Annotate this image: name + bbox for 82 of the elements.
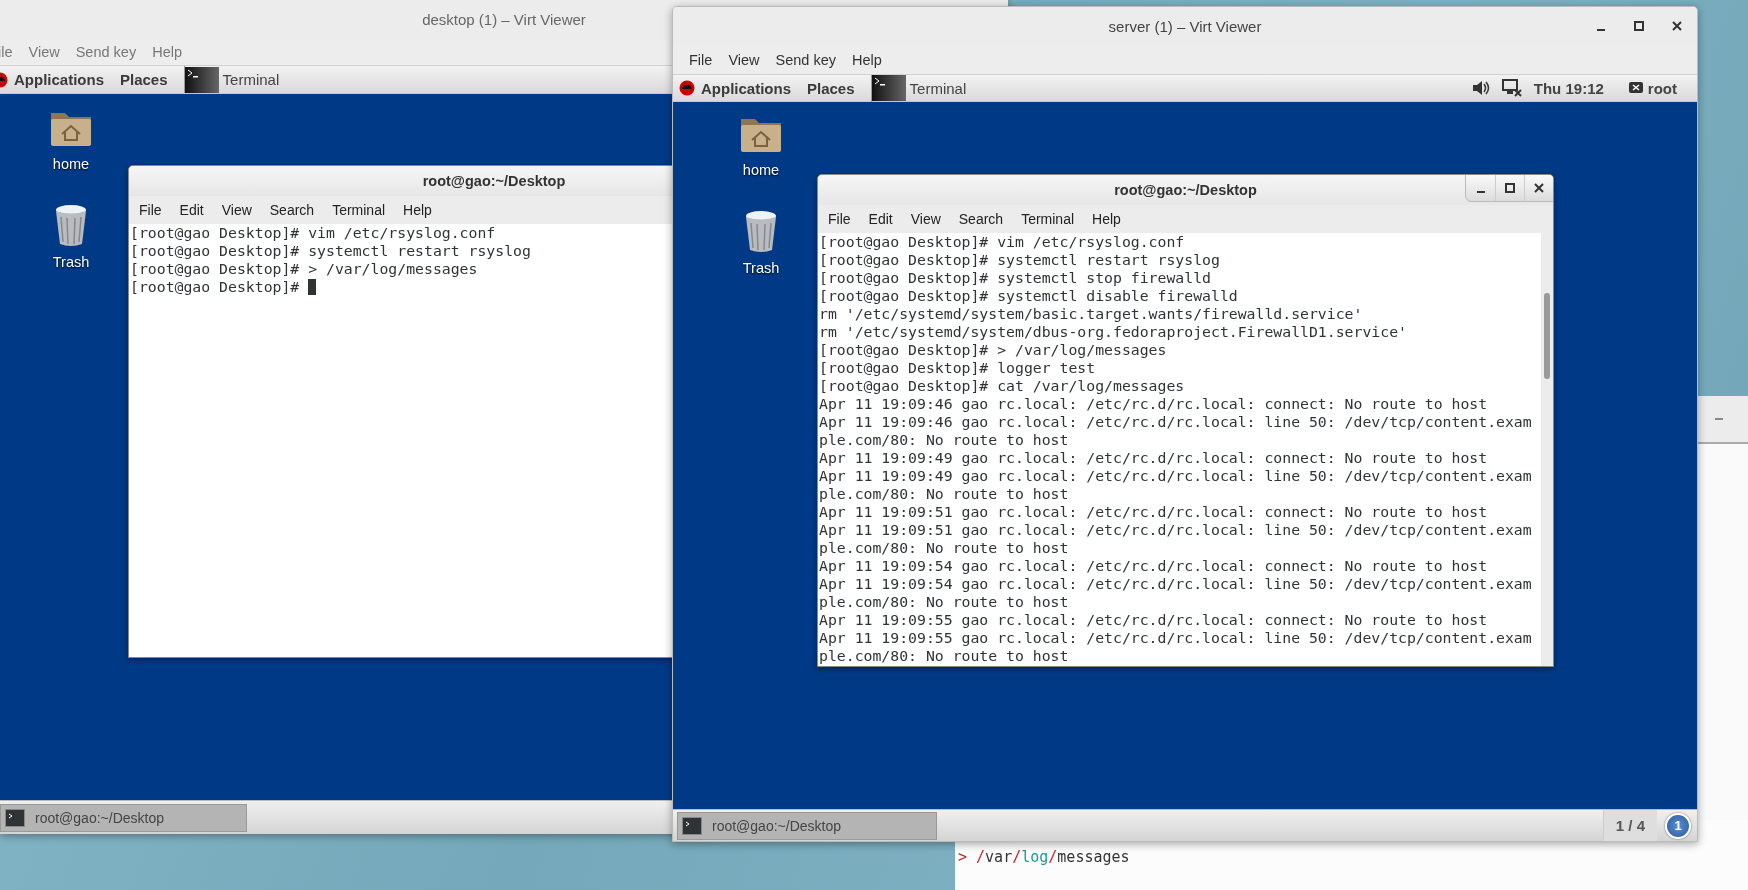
terminal-line: ple.com/80: No route to host <box>819 647 1069 665</box>
terminal-line: [root@gao Desktop]# > /var/log/messages <box>130 260 478 278</box>
hat-icon <box>679 80 695 96</box>
terminal-line: rm '/etc/systemd/system/dbus-org.fedoraproject.FirewallD1.service' <box>819 323 1407 341</box>
menu-item[interactable]: View <box>720 52 768 68</box>
terminal-line: [root@gao Desktop]# vim /etc/rsyslog.conf <box>819 233 1185 251</box>
terminal-line: Apr 11 19:09:46 gao rc.local: /etc/rc.d/rc.local: connect: No route to host <box>819 395 1488 413</box>
menu-item[interactable]: Terminal <box>1012 211 1084 227</box>
terminal-line: [root@gao Desktop]# systemctl disable firewalld <box>819 287 1238 305</box>
terminal-line: [root@gao Desktop]# systemctl restart rsyslog <box>130 242 531 260</box>
terminal-icon <box>5 808 25 827</box>
terminal-line: [root@gao Desktop]# > /var/log/messages <box>819 341 1167 359</box>
terminal-line: [root@gao Desktop]# <box>130 278 301 296</box>
terminal-line: Apr 11 19:09:54 gao rc.local: /etc/rc.d/rc.local: connect: No route to host <box>819 557 1488 575</box>
icon-label[interactable]: Trash <box>52 254 90 270</box>
scroll-thumb[interactable] <box>1544 293 1550 379</box>
network-icon[interactable] <box>1501 79 1522 97</box>
menu-item[interactable]: File <box>819 211 860 227</box>
terminal-line: ple.com/80: No route to host <box>819 593 1069 611</box>
task-button[interactable]: Terminal <box>870 74 977 102</box>
terminal-icon <box>184 66 219 93</box>
terminal-line: Apr 11 19:09:51 gao rc.local: /etc/rc.d/rc.local: connect: No route to host <box>819 503 1488 521</box>
menu-item[interactable]: View <box>20 44 68 60</box>
close-icon[interactable] <box>1532 181 1546 195</box>
terminal-line: ple.com/80: No route to host <box>819 539 1069 557</box>
terminal-icon <box>871 75 906 101</box>
window-title: root@gao:~/Desktop <box>422 173 566 189</box>
maximize-icon[interactable] <box>1632 19 1646 33</box>
menu-item[interactable]: Search <box>260 202 324 218</box>
terminal-line: [root@gao Desktop]# cat /var/log/messages <box>819 377 1185 395</box>
panel-menu[interactable]: Places <box>799 79 863 97</box>
terminal-line: Apr 11 19:09:46 gao rc.local: /etc/rc.d/rc.local: line 50: /dev/tcp/content.exam <box>819 413 1532 431</box>
menu-item[interactable]: Help <box>394 202 441 218</box>
terminal-line: ple.com/80: No route to host <box>819 431 1069 449</box>
terminal-line: Apr 11 19:09:55 gao rc.local: /etc/rc.d/rc.local: line 50: /dev/tcp/content.exam <box>819 629 1532 647</box>
terminal-line: rm '/etc/systemd/system/basic.target.wants/firewalld.service' <box>819 305 1363 323</box>
menu-item[interactable]: Search <box>949 211 1013 227</box>
panel-menu[interactable]: Places <box>112 71 176 88</box>
volume-icon[interactable] <box>1471 80 1490 96</box>
menu-item[interactable]: Help <box>844 52 890 68</box>
menu-item[interactable]: File <box>681 52 721 68</box>
window-title: server (1) – Virt Viewer <box>1108 18 1262 35</box>
menu-item[interactable]: Terminal <box>323 202 395 218</box>
menu-item[interactable]: Send key <box>67 44 145 60</box>
terminal-line: [root@gao Desktop]# systemctl restart rsyslog <box>819 251 1220 269</box>
terminal-line: ple.com/80: No route to host <box>819 485 1069 503</box>
window-title: desktop (1) – Virt Viewer <box>422 11 586 28</box>
panel-menu[interactable]: Applications <box>695 79 799 97</box>
taskbar-button[interactable]: root@gao:~/Desktop <box>0 803 247 832</box>
menu-item[interactable]: Edit <box>170 202 213 218</box>
user-icon <box>1627 81 1644 95</box>
task-button[interactable]: Terminal <box>183 66 290 93</box>
menu-item[interactable]: View <box>212 202 261 218</box>
terminal-line: Apr 11 19:09:49 gao rc.local: /etc/rc.d/rc.local: line 50: /dev/tcp/content.exam <box>819 467 1532 485</box>
terminal-icon <box>682 816 702 835</box>
clock[interactable]: Thu 19:12 <box>1527 79 1622 97</box>
panel-menu[interactable]: Applications <box>8 71 112 88</box>
notification-badge[interactable]: 1 <box>1665 812 1691 839</box>
taskbar-button[interactable]: root@gao:~/Desktop <box>677 811 937 840</box>
terminal-line: [root@gao Desktop]# logger test <box>819 359 1096 377</box>
menu-item[interactable]: Edit <box>859 211 902 227</box>
icon-label[interactable]: home <box>52 156 90 172</box>
menu-item[interactable]: View <box>901 211 950 227</box>
code-line: > /var/log/messages <box>958 848 1130 866</box>
scrollbar[interactable] <box>1541 233 1553 666</box>
menu-item[interactable]: Help <box>1083 211 1130 227</box>
menu-item[interactable]: File <box>130 202 171 218</box>
icon-label[interactable]: home <box>742 162 780 178</box>
user-menu[interactable]: root <box>1621 79 1697 97</box>
maximize-icon[interactable] <box>1503 181 1517 195</box>
close-icon[interactable] <box>1670 19 1684 33</box>
menu-item[interactable]: Send key <box>767 52 844 68</box>
window-title: root@gao:~/Desktop <box>1114 182 1257 198</box>
workspace-indicator[interactable]: 1 / 4 <box>1602 810 1657 841</box>
terminal-line: [root@gao Desktop]# vim /etc/rsyslog.conf <box>130 224 496 242</box>
terminal-line: Apr 11 19:09:55 gao rc.local: /etc/rc.d/rc.local: connect: No route to host <box>819 611 1488 629</box>
terminal-line: Apr 11 19:09:54 gao rc.local: /etc/rc.d/rc.local: line 50: /dev/tcp/content.exam <box>819 575 1532 593</box>
terminal-line: [root@gao Desktop]# systemctl stop firewalld <box>819 269 1211 287</box>
menu-item[interactable]: Help <box>144 44 190 60</box>
terminal-line: Apr 11 19:09:49 gao rc.local: /etc/rc.d/rc.local: connect: No route to host <box>819 449 1488 467</box>
terminal-line: Apr 11 19:09:51 gao rc.local: /etc/rc.d/rc.local: line 50: /dev/tcp/content.exam <box>819 521 1532 539</box>
icon-label[interactable]: Trash <box>742 260 780 276</box>
